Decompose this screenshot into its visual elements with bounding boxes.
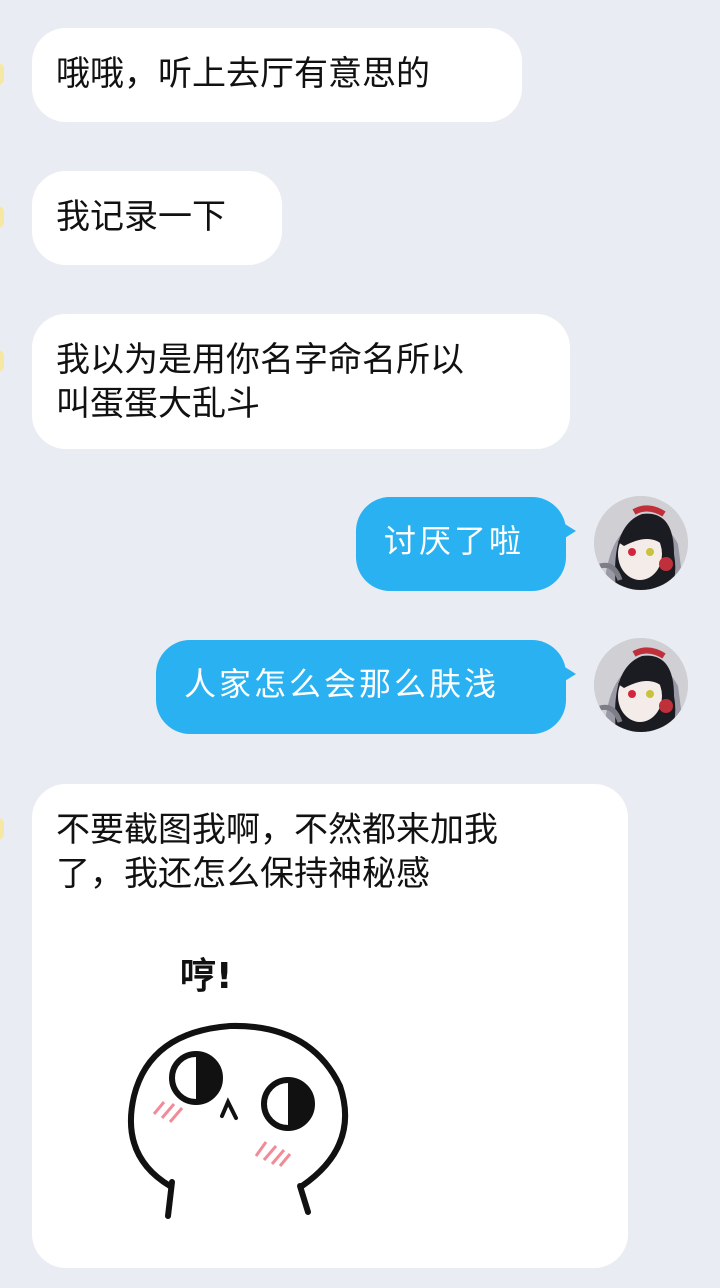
message-text-line: 叫蛋蛋大乱斗 <box>56 384 260 424</box>
peer-avatar-edge[interactable] <box>0 818 4 840</box>
message-text-line: 不要截图我啊，不然都来加我 <box>56 810 498 850</box>
peer-avatar-edge[interactable] <box>0 350 4 372</box>
message-text-line: 了，我还怎么保持神秘感 <box>56 854 430 894</box>
incoming-message-bubble[interactable]: 哦哦，听上去厅有意思的 <box>32 28 522 122</box>
peer-avatar-edge[interactable] <box>0 206 4 228</box>
self-avatar[interactable] <box>594 638 688 732</box>
peer-avatar-edge[interactable] <box>0 63 4 85</box>
message-text: 我记录一下 <box>56 197 226 237</box>
message-text: 讨厌了啦 <box>384 522 525 560</box>
chat-conversation: 哦哦，听上去厅有意思的 我记录一下 我以为是用你名字命名所以 叫蛋蛋大乱斗 讨厌… <box>0 0 720 1288</box>
message-text: 哦哦，听上去厅有意思的 <box>56 54 430 94</box>
message-text: 人家怎么会那么肤浅 <box>184 665 500 703</box>
anime-girl-avatar-icon <box>594 496 688 590</box>
sticker-text: 哼! <box>180 956 232 997</box>
message-text-line: 我以为是用你名字命名所以 <box>56 340 464 380</box>
sticker-image[interactable]: 哼! <box>90 936 390 1236</box>
outgoing-message-bubble[interactable]: 人家怎么会那么肤浅 <box>156 640 576 734</box>
round-face-sticker-icon: 哼! <box>128 956 349 1219</box>
incoming-message-bubble[interactable]: 我记录一下 <box>32 171 282 265</box>
outgoing-message-bubble[interactable]: 讨厌了啦 <box>356 497 576 591</box>
incoming-message-bubble[interactable]: 我以为是用你名字命名所以 叫蛋蛋大乱斗 <box>32 314 570 449</box>
self-avatar[interactable] <box>594 496 688 590</box>
anime-girl-avatar-icon <box>594 638 688 732</box>
